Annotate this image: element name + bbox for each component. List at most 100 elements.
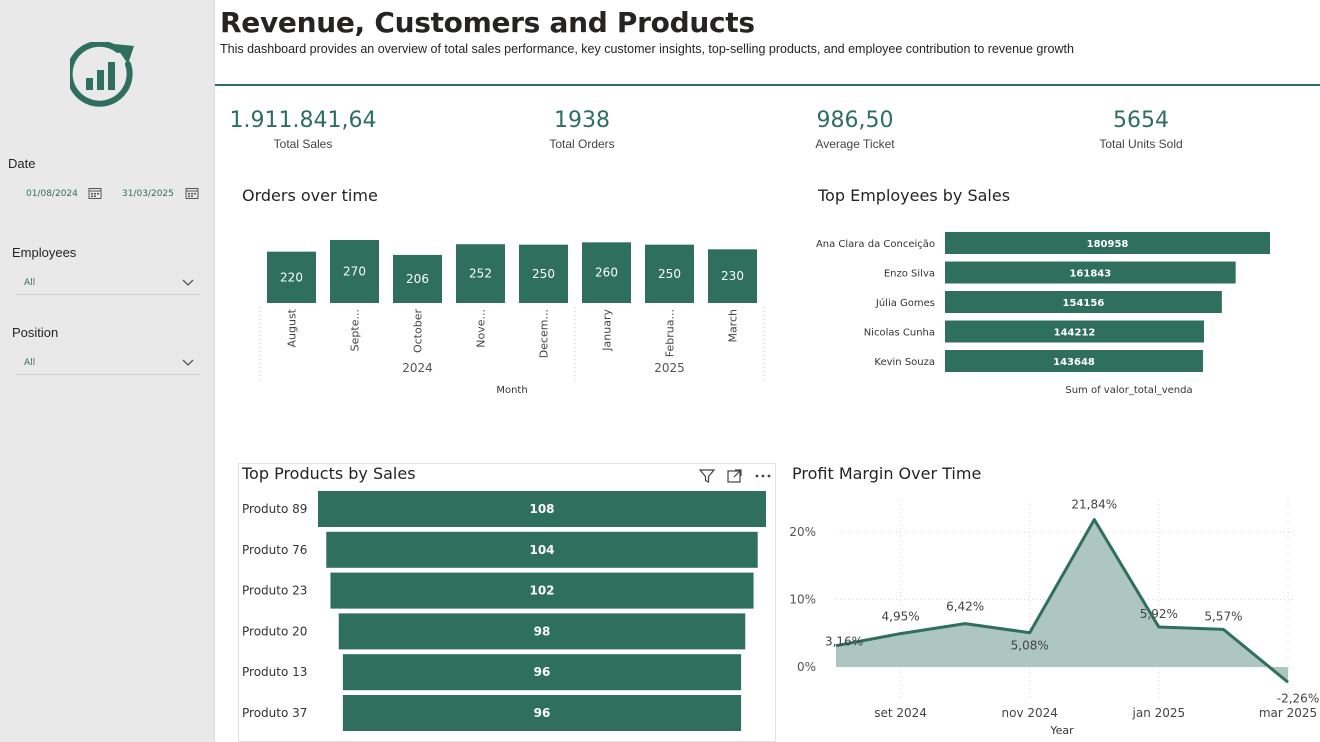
focus-mode-icon[interactable] [726, 467, 744, 485]
employees-chart-title: Top Employees by Sales [818, 186, 1011, 205]
area-fill [836, 519, 1288, 683]
x-axis-title: Year [1049, 724, 1074, 737]
x-tick-label: set 2024 [874, 706, 927, 720]
data-label: 230 [721, 269, 744, 283]
top-employees-chart: 180958 Ana Clara da Conceição 161843 Enzo S… [816, 232, 1270, 396]
data-label: 161843 [1069, 269, 1111, 280]
x-tick-label: mar 2025 [1259, 706, 1317, 720]
data-label: 143648 [1053, 357, 1095, 368]
y-tick-label: Produto 89 [242, 502, 307, 516]
y-tick-label: Enzo Silva [884, 269, 935, 280]
date-slicer-title: Date [8, 156, 36, 171]
y-tick-label: 20% [789, 525, 816, 539]
filter-icon[interactable] [698, 467, 716, 485]
data-label: 206 [406, 272, 429, 286]
y-tick-label: Produto 23 [242, 584, 307, 598]
more-options-icon[interactable] [754, 467, 772, 485]
employees-dropdown-value: All [24, 278, 36, 288]
y-tick-label: Nicolas Cunha [864, 328, 935, 339]
data-label: 98 [534, 624, 551, 638]
kpi-label: Total Units Sold [1099, 137, 1183, 151]
orders-over-time-chart: 220 August 270 Septe... 206 October 252 Nove...… [259, 240, 765, 396]
x-tick-label: nov 2024 [1002, 706, 1058, 720]
data-label: 144212 [1054, 328, 1096, 339]
x-tick-label: jan 2025 [1132, 706, 1186, 720]
calendar-icon[interactable] [88, 187, 102, 199]
data-label: -2,26% [1277, 691, 1319, 705]
x-tick-label: Decem... [538, 309, 551, 358]
data-label: 5,57% [1204, 609, 1242, 623]
y-tick-label: Produto 37 [242, 706, 307, 720]
kpi-value: 1938 [554, 108, 610, 133]
calendar-icon[interactable] [185, 187, 199, 199]
chevron-down-icon [182, 359, 194, 366]
y-tick-label: Produto 13 [242, 665, 307, 679]
x-tick-label: October [412, 309, 425, 353]
position-dropdown[interactable]: All [16, 353, 200, 375]
chevron-down-icon [182, 279, 194, 286]
x-axis-title: Sum of valor_total_venda [1065, 385, 1192, 396]
data-label: 154156 [1063, 298, 1105, 309]
x-tick-label: March [727, 309, 740, 343]
y-tick-label: Produto 76 [242, 543, 307, 557]
kpi-card-total-units: 5654 Total Units Sold [1031, 108, 1251, 151]
data-label: 4,95% [882, 610, 920, 624]
data-label: 3,16% [825, 635, 863, 649]
data-label: 108 [529, 502, 554, 516]
data-label: 96 [534, 706, 551, 720]
y-tick-label: 10% [789, 593, 816, 607]
position-dropdown-value: All [24, 358, 36, 368]
kpi-value: 986,50 [816, 108, 894, 133]
kpi-label: Total Orders [549, 137, 615, 151]
data-label: 250 [658, 267, 681, 281]
data-label: 102 [529, 584, 554, 598]
x-tick-label: Februa... [664, 309, 677, 357]
data-label: 250 [532, 267, 555, 281]
x-group-label: 2025 [654, 361, 685, 375]
kpi-card-average-ticket: 986,50 Average Ticket [745, 108, 965, 151]
y-tick-label: 0% [797, 660, 816, 674]
data-label: 220 [280, 270, 303, 284]
kpi-value: 5654 [1113, 108, 1169, 133]
data-label: 260 [595, 266, 618, 280]
kpi-card-total-orders: 1938 Total Orders [472, 108, 692, 151]
orders-chart-title: Orders over time [242, 186, 378, 205]
x-tick-label: Nove... [475, 309, 488, 348]
data-label: 252 [469, 267, 492, 281]
y-tick-label: Júlia Gomes [875, 297, 935, 309]
dashboard-header: Revenue, Customers and Products This das… [215, 0, 1320, 86]
data-label: 104 [529, 543, 554, 557]
y-tick-label: Kevin Souza [874, 357, 935, 368]
kpi-card-total-sales: 1.911.841,64 Total Sales [193, 108, 413, 151]
position-slicer-title: Position [12, 325, 59, 340]
x-tick-label: Septe... [349, 309, 362, 351]
page-subtitle: This dashboard provides an overview of t… [220, 42, 1074, 56]
margin-chart-title: Profit Margin Over Time [792, 464, 982, 483]
kpi-label: Total Sales [273, 137, 333, 151]
data-label: 270 [343, 265, 366, 279]
filter-sidebar: Date 01/08/2024 31/03/2025 Employees All… [0, 0, 215, 742]
date-end-input[interactable]: 31/03/2025 [122, 189, 174, 199]
employees-dropdown[interactable]: All [16, 273, 200, 295]
x-tick-label: January [601, 309, 614, 352]
y-tick-label: Produto 20 [242, 624, 307, 638]
kpi-label: Average Ticket [815, 137, 895, 151]
data-label: 96 [534, 665, 551, 679]
date-start-input[interactable]: 01/08/2024 [26, 189, 78, 199]
profit-margin-chart: 0% 10% 20% 3,16% 4,95% 6,42% 5,08% 21,84% 5,92% 5… [789, 498, 1319, 737]
growth-chart-icon [70, 42, 134, 107]
kpi-value: 1.911.841,64 [229, 108, 377, 133]
x-tick-label: August [286, 308, 299, 347]
data-label: 5,08% [1011, 639, 1049, 653]
data-label: 21,84% [1071, 498, 1117, 512]
page-title: Revenue, Customers and Products [220, 6, 755, 39]
x-axis-title: Month [496, 385, 527, 396]
x-group-label: 2024 [402, 361, 433, 375]
data-label: 6,42% [946, 600, 984, 614]
products-chart-title: Top Products by Sales [242, 464, 416, 483]
data-label: 180958 [1087, 239, 1129, 250]
y-tick-label: Ana Clara da Conceição [816, 239, 935, 250]
employees-slicer-title: Employees [12, 245, 77, 260]
top-products-chart: 108 Produto 89 104 Produto 76 102 Produto 23 9… [242, 491, 766, 731]
data-label: 5,92% [1140, 607, 1178, 621]
